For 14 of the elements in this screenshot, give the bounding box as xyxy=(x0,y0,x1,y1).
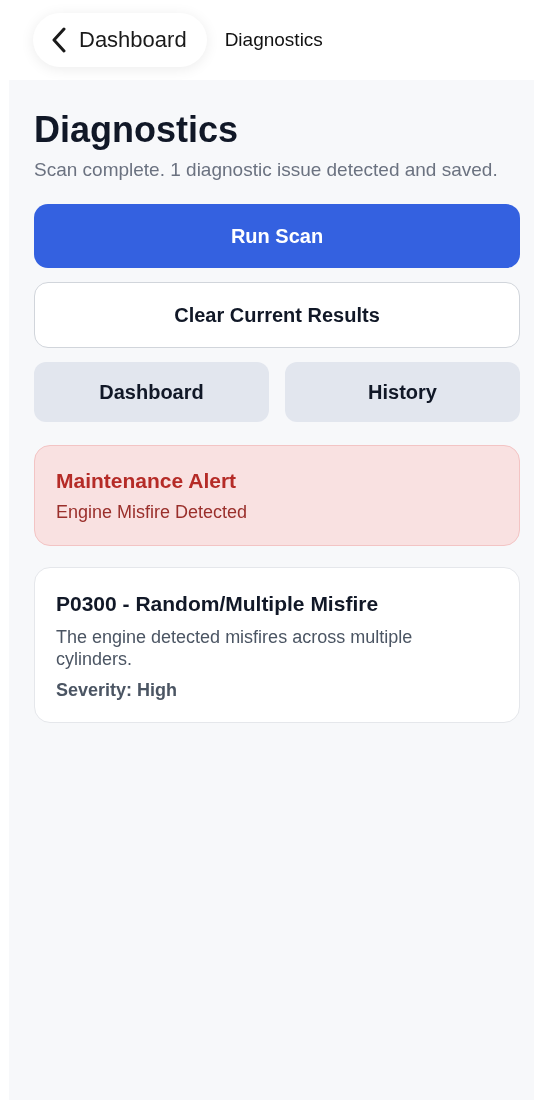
chevron-left-icon xyxy=(51,27,67,53)
run-scan-button[interactable]: Run Scan xyxy=(34,204,520,268)
nav-button[interactable]: History xyxy=(285,362,520,422)
alert-title: Maintenance Alert xyxy=(56,468,238,494)
back-button[interactable]: Dashboard xyxy=(33,13,207,67)
clear-results-button[interactable]: Clear Current Results xyxy=(34,282,520,348)
severity-label: Severity: High xyxy=(56,679,179,702)
page-heading: Diagnostics xyxy=(34,108,240,152)
status-message: Scan complete. 1 diagnostic issue detected and saved. xyxy=(34,158,499,182)
issue-description: The engine detected misfires across multiple cylinders. xyxy=(56,626,414,670)
nav-button[interactable]: Dashboard xyxy=(34,362,269,422)
page-title: Diagnostics xyxy=(224,29,323,51)
issue-title: P0300 - Random/Multiple Misfire xyxy=(56,591,380,617)
alert-message: Engine Misfire Detected xyxy=(56,501,249,523)
